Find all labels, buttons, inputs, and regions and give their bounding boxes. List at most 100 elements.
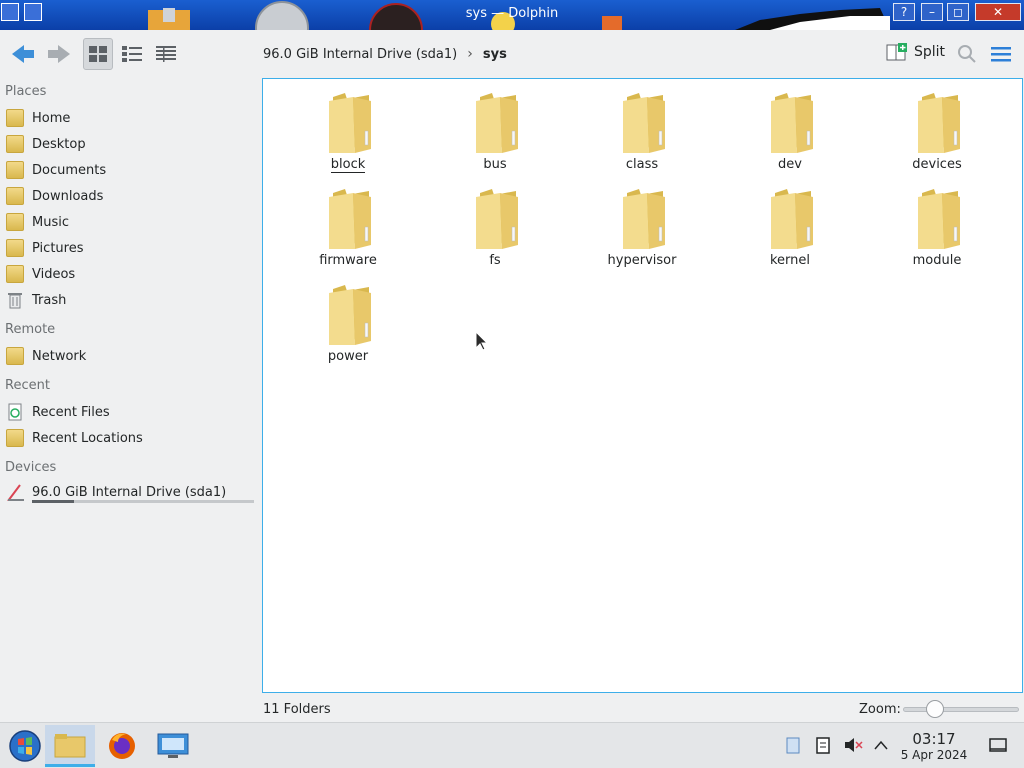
details-view-button[interactable]: [151, 38, 181, 70]
folder-item-power[interactable]: power: [283, 273, 413, 365]
folder-item-block[interactable]: block: [283, 81, 413, 173]
tray-clipboard-icon[interactable]: [783, 735, 803, 755]
desktop-icon: [6, 135, 24, 153]
sidebar-item-desktop[interactable]: Desktop: [6, 132, 256, 156]
sidebar-item-documents[interactable]: Documents: [6, 158, 256, 182]
split-button[interactable]: Split: [886, 42, 945, 62]
drive-usage-bar: [32, 500, 254, 503]
folder-item-class[interactable]: class: [577, 81, 707, 173]
split-view-icon: [886, 43, 907, 61]
folder-label: devices: [912, 157, 962, 172]
section-remote: Remote: [5, 322, 56, 337]
folder-label: kernel: [769, 253, 811, 268]
show-desktop-icon[interactable]: [988, 735, 1008, 755]
window-title: sys — Dolphin: [465, 6, 559, 21]
network-icon: [6, 347, 24, 365]
sidebar-item-label: Recent Locations: [32, 430, 143, 446]
application-launcher-button[interactable]: [0, 725, 50, 767]
folder-item-bus[interactable]: bus: [430, 81, 560, 173]
zoom-label: Zoom:: [859, 702, 901, 717]
folder-icon: [329, 189, 371, 249]
sidebar-item-label: Trash: [32, 292, 67, 308]
folder-item-kernel[interactable]: kernel: [725, 177, 855, 269]
sidebar-item-label: Recent Files: [32, 404, 110, 420]
breadcrumb-segment-current[interactable]: sys: [483, 47, 507, 62]
folder-label: bus: [483, 157, 507, 172]
folder-label: class: [625, 157, 659, 172]
folder-label: firmware: [319, 253, 377, 268]
folder-icon: [476, 93, 518, 153]
search-icon: [958, 45, 976, 63]
close-button[interactable]: ✕: [975, 3, 1021, 21]
section-recent: Recent: [5, 378, 50, 393]
icons-view-icon: [89, 46, 107, 62]
breadcrumb-segment-drive[interactable]: 96.0 GiB Internal Drive (sda1): [263, 47, 457, 62]
folder-icon: [623, 189, 665, 249]
recent-files-icon: [8, 403, 22, 421]
sidebar-item-recent-locations[interactable]: Recent Locations: [6, 426, 256, 450]
folder-item-dev[interactable]: dev: [725, 81, 855, 173]
folder-label: fs: [489, 253, 501, 268]
sidebar-item-pictures[interactable]: Pictures: [6, 236, 256, 260]
compact-view-button[interactable]: [117, 38, 147, 70]
videos-icon: [6, 265, 24, 283]
minimize-button[interactable]: –: [921, 3, 943, 21]
recent-locations-icon: [6, 429, 24, 447]
file-view[interactable]: block bus class dev devices firmware fs hypervi…: [262, 78, 1023, 693]
sidebar-item-network[interactable]: Network: [6, 344, 256, 368]
folder-item-hypervisor[interactable]: hypervisor: [577, 177, 707, 269]
folder-count: 11 Folders: [263, 702, 331, 717]
task-system-settings[interactable]: [148, 725, 198, 767]
file-manager-icon: [54, 733, 86, 757]
window-titlebar[interactable]: sys — Dolphin ? – ◻ ✕: [0, 0, 1024, 30]
forward-button[interactable]: [44, 38, 74, 70]
status-bar: 11 Folders Zoom:: [0, 694, 1024, 722]
help-button[interactable]: ?: [893, 3, 915, 21]
icons-view-button[interactable]: [83, 38, 113, 70]
clock-time: 03:17: [912, 730, 956, 748]
back-button[interactable]: [8, 38, 38, 70]
toolbar: 96.0 GiB Internal Drive (sda1) › sys Spl…: [0, 30, 1024, 78]
section-devices: Devices: [5, 460, 57, 475]
zoom-slider-track[interactable]: [903, 707, 1019, 712]
task-dolphin[interactable]: [45, 725, 95, 767]
tray-notes-icon[interactable]: [813, 735, 833, 755]
compact-view-icon: [122, 46, 142, 62]
sidebar-item-label: Home: [32, 110, 71, 126]
folder-item-devices[interactable]: devices: [872, 81, 1002, 173]
drive-usage-fill: [32, 500, 75, 503]
sidebar-item-music[interactable]: Music: [6, 210, 256, 234]
folder-label: hypervisor: [607, 253, 677, 268]
folder-icon: [771, 93, 813, 153]
sidebar-item-label: 96.0 GiB Internal Drive (sda1): [32, 484, 227, 500]
folder-icon: [918, 93, 960, 153]
details-view-icon: [156, 46, 176, 62]
maximize-button[interactable]: ◻: [947, 3, 969, 21]
mouse-cursor-icon: [475, 331, 489, 351]
clock[interactable]: 03:17 5 Apr 2024: [895, 730, 973, 763]
folder-icon: [918, 189, 960, 249]
sidebar-item-recent-files[interactable]: Recent Files: [6, 400, 256, 424]
folder-item-fs[interactable]: fs: [430, 177, 560, 269]
sidebar-item-videos[interactable]: Videos: [6, 262, 256, 286]
task-firefox[interactable]: [97, 725, 147, 767]
tray-volume-muted-icon[interactable]: [843, 735, 863, 755]
documents-icon: [6, 161, 24, 179]
folder-item-module[interactable]: module: [872, 177, 1002, 269]
search-button[interactable]: [955, 38, 979, 70]
folder-icon: [329, 93, 371, 153]
folder-item-firmware[interactable]: firmware: [283, 177, 413, 269]
folder-label: module: [912, 253, 962, 268]
sidebar-item-trash[interactable]: Trash: [6, 288, 256, 312]
trash-icon: [8, 293, 22, 309]
sidebar-item-downloads[interactable]: Downloads: [6, 184, 256, 208]
folder-label: power: [327, 349, 369, 364]
hamburger-menu-icon: [991, 47, 1011, 62]
menu-button[interactable]: [988, 38, 1014, 70]
breadcrumb-separator[interactable]: ›: [467, 46, 473, 62]
tray-expand-chevron-up-icon[interactable]: [871, 735, 891, 755]
clock-date: 5 Apr 2024: [900, 748, 968, 762]
sidebar-item-home[interactable]: Home: [6, 106, 256, 130]
split-button-label: Split: [914, 44, 946, 60]
home-folder-icon: [6, 109, 24, 127]
